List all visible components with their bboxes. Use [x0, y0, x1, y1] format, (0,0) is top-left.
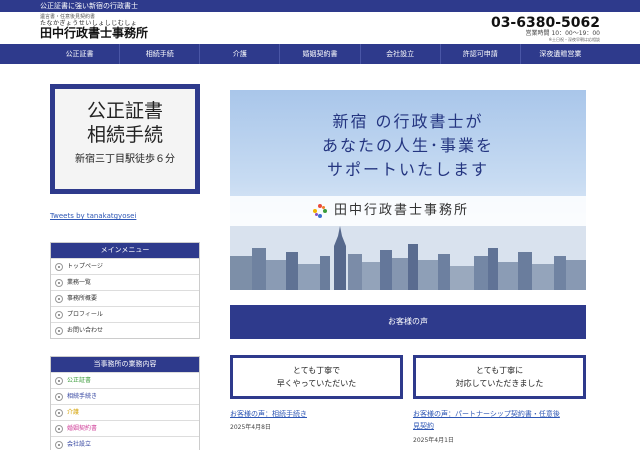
circle-arrow-icon [55, 425, 63, 433]
circle-arrow-icon [55, 279, 63, 287]
voice-card-line-1: とても丁寧で [292, 366, 341, 375]
nav-item-kyoninka[interactable]: 許認可申請 [439, 44, 520, 64]
service-item-kaigo[interactable]: 介護 [51, 404, 199, 420]
top-bar: 公正証書に強い新宿の行政書士 [0, 0, 640, 12]
voice-card-line-2: 早くやっていただいた [276, 379, 357, 388]
banner-line-3: 新宿三丁目駅徒歩６分 [75, 154, 175, 165]
main-menu: メインメニュー トップページ 業務一覧 事務所概要 プロフィール お問い合わせ [50, 242, 200, 339]
banner-line-2: 相続手続 [86, 124, 163, 146]
menu-item-contact[interactable]: お問い合わせ [51, 322, 199, 338]
business-hours-note: ※土日祝・深夜早朝は応相談 [548, 37, 600, 42]
voice-post-date-2: 2025年4月1日 [413, 437, 454, 444]
nav-item-kaigo[interactable]: 介護 [199, 44, 279, 64]
circle-arrow-icon [55, 327, 63, 335]
office-logo-icon [313, 204, 327, 218]
service-item-sozoku[interactable]: 相続手続き [51, 388, 199, 404]
voice-post-link-2[interactable]: お客様の声：パートナーシップ契約書・任意後 [413, 408, 560, 420]
service-item-label: 婚姻契約書 [67, 425, 98, 432]
customer-voices-heading: お客様の声 [230, 305, 586, 339]
sidebar-banner-inner: 公正証書 相続手続 新宿三丁目駅徒歩６分 [55, 89, 195, 189]
services-menu: 当事務所の業務内容 公正証書 相続手続き 介護 婚姻契約書 会社設立 [50, 356, 200, 450]
city-skyline-illustration [230, 226, 586, 290]
nav-item-koseishosho[interactable]: 公正証書 [40, 44, 119, 64]
voice-card-1[interactable]: とても丁寧で 早くやっていただいた [230, 355, 403, 399]
main-navigation: 公正証書 相続手続 介護 婚姻契約書 会社設立 許認可申請 深夜遺贈営業 [0, 44, 640, 64]
menu-item-profile[interactable]: プロフィール [51, 306, 199, 322]
service-item-label: 相続手続き [67, 393, 98, 400]
nav-item-shinya[interactable]: 深夜遺贈営業 [519, 44, 600, 64]
circle-arrow-icon [55, 393, 63, 401]
hero-line-1: 新宿 の行政書士が [332, 112, 484, 131]
circle-arrow-icon [55, 377, 63, 385]
voice-post-date-1: 2025年4月8日 [230, 424, 271, 431]
voice-post-link-1[interactable]: お客様の声：相続手続き [230, 408, 307, 420]
twitter-timeline-link[interactable]: Tweets by tanakatgyosei [50, 212, 136, 220]
voice-card-line-1: とても丁寧に [475, 366, 524, 375]
voice-post-link-2-cont[interactable]: 見契約 [413, 420, 434, 432]
service-item-label: 公正証書 [67, 377, 92, 384]
nav-item-sozoku[interactable]: 相続手続 [119, 44, 199, 64]
business-hours: 営業時間 10：00～19：00 [525, 30, 600, 37]
menu-item-office[interactable]: 事務所概要 [51, 290, 199, 306]
main-menu-title: メインメニュー [51, 243, 199, 258]
circle-arrow-icon [55, 409, 63, 417]
circle-arrow-icon [55, 441, 63, 449]
nav-item-konin[interactable]: 婚姻契約書 [279, 44, 359, 64]
services-menu-title: 当事務所の業務内容 [51, 357, 199, 372]
menu-item-label: プロフィール [67, 311, 103, 318]
menu-item-label: お問い合わせ [67, 327, 104, 334]
hero-line-3: サポートいたします [326, 160, 489, 179]
service-item-koseishosho[interactable]: 公正証書 [51, 372, 199, 388]
sidebar-banner[interactable]: 公正証書 相続手続 新宿三丁目駅徒歩６分 [50, 84, 200, 194]
hero-banner: 新宿 の行政書士が あなたの人生･事業を サポートいたします 田中行政書士事務所 [230, 90, 586, 290]
hero-logo-text: 田中行政書士事務所 [334, 203, 470, 218]
voice-card-2[interactable]: とても丁寧に 対応していただきました [413, 355, 586, 399]
circle-arrow-icon [55, 263, 63, 271]
service-item-label: 会社設立 [67, 441, 92, 448]
nav-item-kaisha[interactable]: 会社設立 [359, 44, 440, 64]
service-item-konin[interactable]: 婚姻契約書 [51, 420, 199, 436]
site-tagline: 公正証書に強い新宿の行政書士 [40, 2, 138, 10]
site-logo[interactable]: 田中行政書士事務所 [40, 26, 148, 40]
service-item-kaisha[interactable]: 会社設立 [51, 436, 199, 450]
voice-card-line-2: 対応していただきました [455, 379, 544, 388]
banner-line-1: 公正証書 [86, 100, 163, 122]
circle-arrow-icon [55, 295, 63, 303]
service-item-label: 介護 [67, 409, 80, 416]
menu-item-label: 業務一覧 [67, 279, 92, 286]
menu-item-label: トップページ [67, 263, 103, 270]
menu-item-top[interactable]: トップページ [51, 258, 199, 274]
menu-item-label: 事務所概要 [67, 295, 98, 302]
circle-arrow-icon [55, 311, 63, 319]
menu-item-services[interactable]: 業務一覧 [51, 274, 199, 290]
hero-line-2: あなたの人生･事業を [321, 136, 494, 155]
